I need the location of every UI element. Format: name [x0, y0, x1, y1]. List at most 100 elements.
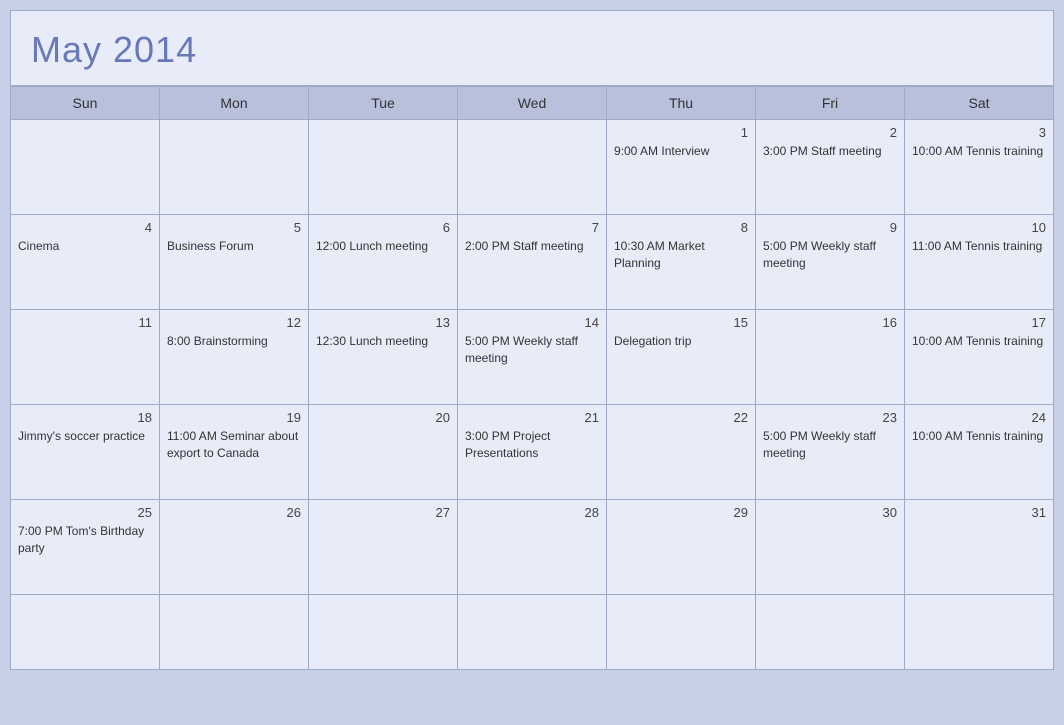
calendar-cell[interactable]: [309, 120, 458, 215]
event-text: 10:00 AM Tennis training: [912, 143, 1046, 160]
calendar-cell[interactable]: [11, 120, 160, 215]
event-text: 3:00 PM Staff meeting: [763, 143, 897, 160]
event-text: 5:00 PM Weekly staff meeting: [465, 333, 599, 367]
calendar-cell[interactable]: 5 Business Forum: [160, 215, 309, 310]
calendar-cell[interactable]: 31: [905, 500, 1054, 595]
calendar-week-row: 25 7:00 PM Tom's Birthday party26 27 28 29 30…: [11, 500, 1054, 595]
calendar-cell[interactable]: 30: [756, 500, 905, 595]
calendar-body: 19:00 AM Interview 2 3:00 PM Staff meeting…: [11, 120, 1054, 670]
calendar-header: May 2014: [10, 10, 1054, 86]
day-number: 13: [316, 315, 450, 330]
day-number: 24: [912, 410, 1046, 425]
day-number: 7: [465, 220, 599, 235]
day-number: 21: [465, 410, 599, 425]
day-number: 19: [167, 410, 301, 425]
calendar-cell[interactable]: 28: [458, 500, 607, 595]
calendar-title: May 2014: [31, 29, 1033, 71]
event-text: 2:00 PM Staff meeting: [465, 238, 599, 255]
event-text: 10:00 AM Tennis training: [912, 428, 1046, 445]
calendar-cell[interactable]: 16: [756, 310, 905, 405]
calendar-cell[interactable]: 22: [607, 405, 756, 500]
day-number: 8: [614, 220, 748, 235]
calendar-week-row: 19:00 AM Interview 2 3:00 PM Staff meeting…: [11, 120, 1054, 215]
event-text: 11:00 AM Tennis training: [912, 238, 1046, 255]
calendar-week-row: 4 Cinema 5 Business Forum 6 12:00 Lunch meeti…: [11, 215, 1054, 310]
calendar-cell[interactable]: 25 7:00 PM Tom's Birthday party: [11, 500, 160, 595]
weekday-header: Mon: [160, 87, 309, 120]
calendar-table: SunMonTueWedThuFriSat 19:00 AM Interview…: [10, 86, 1054, 670]
event-text: 12:00 Lunch meeting: [316, 238, 450, 255]
calendar-cell[interactable]: 11: [11, 310, 160, 405]
calendar-cell[interactable]: [160, 120, 309, 215]
day-number: 16: [763, 315, 897, 330]
day-number: 10: [912, 220, 1046, 235]
event-text: 12:30 Lunch meeting: [316, 333, 450, 350]
calendar-cell[interactable]: 9 5:00 PM Weekly staff meeting: [756, 215, 905, 310]
day-number: 4: [18, 220, 152, 235]
calendar-cell[interactable]: 12 8:00 Brainstorming: [160, 310, 309, 405]
calendar-cell[interactable]: 19:00 AM Interview: [607, 120, 756, 215]
event-text: 7:00 PM Tom's Birthday party: [18, 523, 152, 557]
calendar-cell[interactable]: 24 10:00 AM Tennis training: [905, 405, 1054, 500]
calendar-cell[interactable]: [11, 595, 160, 670]
event-text: 5:00 PM Weekly staff meeting: [763, 238, 897, 272]
calendar-cell[interactable]: [309, 595, 458, 670]
calendar-cell[interactable]: [607, 595, 756, 670]
calendar-wrapper: May 2014 SunMonTueWedThuFriSat 19:00 AM …: [0, 0, 1064, 725]
calendar-cell[interactable]: 13 12:30 Lunch meeting: [309, 310, 458, 405]
calendar-cell[interactable]: 20: [309, 405, 458, 500]
calendar-cell[interactable]: 10 11:00 AM Tennis training: [905, 215, 1054, 310]
calendar-cell[interactable]: 1710:00 AM Tennis training: [905, 310, 1054, 405]
calendar-cell[interactable]: [458, 120, 607, 215]
event-text: 3:00 PM Project Presentations: [465, 428, 599, 462]
day-number: 18: [18, 410, 152, 425]
event-text: 8:00 Brainstorming: [167, 333, 301, 350]
calendar-week-row: [11, 595, 1054, 670]
day-number: 3: [912, 125, 1046, 140]
event-text: 10:30 AM Market Planning: [614, 238, 748, 272]
day-number: 22: [614, 410, 748, 425]
calendar-cell[interactable]: 19 11:00 AM Seminar about export to Canad…: [160, 405, 309, 500]
calendar-cell[interactable]: [756, 595, 905, 670]
day-number: 27: [316, 505, 450, 520]
day-number: 1: [614, 125, 748, 140]
event-text: 5:00 PM Weekly staff meeting: [763, 428, 897, 462]
calendar-week-row: 18 Jimmy's soccer practice 19 11:00 AM Semi…: [11, 405, 1054, 500]
calendar-cell[interactable]: 21 3:00 PM Project Presentations: [458, 405, 607, 500]
day-number: 20: [316, 410, 450, 425]
calendar-cell[interactable]: 26: [160, 500, 309, 595]
weekday-header: Fri: [756, 87, 905, 120]
calendar-cell[interactable]: 23 5:00 PM Weekly staff meeting: [756, 405, 905, 500]
day-number: 23: [763, 410, 897, 425]
calendar-cell[interactable]: 29: [607, 500, 756, 595]
day-number: 12: [167, 315, 301, 330]
calendar-cell[interactable]: [160, 595, 309, 670]
calendar-cell[interactable]: [458, 595, 607, 670]
event-text: Business Forum: [167, 238, 301, 255]
day-number: 25: [18, 505, 152, 520]
calendar-cell[interactable]: 6 12:00 Lunch meeting: [309, 215, 458, 310]
day-number: 9: [763, 220, 897, 235]
day-number: 17: [912, 315, 1046, 330]
day-number: 31: [912, 505, 1046, 520]
calendar-cell[interactable]: 4 Cinema: [11, 215, 160, 310]
event-text: Jimmy's soccer practice: [18, 428, 152, 445]
day-number: 5: [167, 220, 301, 235]
day-number: 28: [465, 505, 599, 520]
calendar-cell[interactable]: 3 10:00 AM Tennis training: [905, 120, 1054, 215]
day-number: 11: [18, 315, 152, 330]
day-number: 2: [763, 125, 897, 140]
calendar-cell[interactable]: 15Delegation trip: [607, 310, 756, 405]
calendar-cell[interactable]: 18 Jimmy's soccer practice: [11, 405, 160, 500]
day-number: 30: [763, 505, 897, 520]
event-text: Cinema: [18, 238, 152, 255]
event-text: 11:00 AM Seminar about export to Canada: [167, 428, 301, 462]
calendar-cell[interactable]: 8 10:30 AM Market Planning: [607, 215, 756, 310]
calendar-cell[interactable]: [905, 595, 1054, 670]
calendar-cell[interactable]: 27: [309, 500, 458, 595]
calendar-cell[interactable]: 145:00 PM Weekly staff meeting: [458, 310, 607, 405]
day-number: 15: [614, 315, 748, 330]
calendar-cell[interactable]: 2 3:00 PM Staff meeting: [756, 120, 905, 215]
day-number: 6: [316, 220, 450, 235]
calendar-cell[interactable]: 7 2:00 PM Staff meeting: [458, 215, 607, 310]
